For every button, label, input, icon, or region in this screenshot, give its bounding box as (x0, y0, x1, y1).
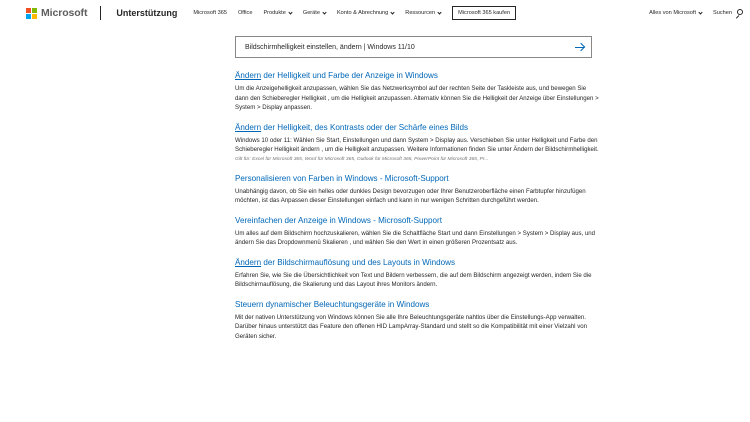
search-box[interactable]: Bildschirmhelligkeit einstellen, ändern … (235, 36, 592, 58)
main-nav: Microsoft 365 Office Produkte Geräte Konto &… (193, 9, 452, 16)
result-title-text: der Helligkeit, des Kontrasts oder der S… (261, 122, 469, 132)
result-title-text: Steuern dynamischer Beleuchtungsgeräte i… (235, 299, 430, 309)
result-item: Steuern dynamischer Beleuchtungsgeräte i… (235, 299, 600, 342)
result-title-link[interactable]: Ändern der Bildschirmauflösung und des L… (235, 257, 600, 269)
result-item: Personalisieren von Farben in Windows - … (235, 173, 600, 206)
result-title-text: Vereinfachen der Anzeige in Windows - Mi… (235, 215, 442, 225)
result-title-text: Personalisieren von Farben in Windows - … (235, 173, 449, 183)
result-title-highlight: Ändern (235, 71, 262, 80)
buy-microsoft-365-button[interactable]: Microsoft 365 kaufen (452, 6, 517, 20)
section-title-link[interactable]: Unterstützung (116, 8, 177, 18)
result-title-highlight: Ändern (235, 122, 262, 132)
chevron-down-icon (288, 9, 293, 15)
result-item: Ändern der Bildschirmauflösung und des L… (235, 257, 600, 290)
search-icon[interactable] (735, 8, 744, 19)
nav-item-label: Office (237, 10, 253, 16)
chevron-down-icon (698, 9, 703, 15)
search-input[interactable]: Bildschirmhelligkeit einstellen, ändern … (245, 44, 569, 51)
result-title-text: der Helligkeit und Farbe der Anzeige in … (261, 71, 438, 80)
nav-item-produkte[interactable]: Produkte (263, 9, 293, 16)
result-title-text: der Bildschirmauflösung und des Layouts … (261, 257, 456, 267)
result-title-link[interactable]: Vereinfachen der Anzeige in Windows - Mi… (235, 215, 600, 227)
result-item: Ändern der Helligkeit und Farbe der Anze… (235, 70, 600, 113)
brand-name: Microsoft (41, 7, 88, 19)
result-item: Ändern der Helligkeit, des Kontrasts ode… (235, 122, 600, 164)
result-title-link[interactable]: Steuern dynamischer Beleuchtungsgeräte i… (235, 299, 600, 311)
chevron-down-icon (437, 9, 442, 15)
result-description: Um alles auf dem Bildschirm hochzuskalie… (235, 229, 596, 247)
site-header: Microsoft Unterstützung Microsoft 365 Off… (0, 0, 750, 26)
all-microsoft-label: Alles von Microsoft (649, 10, 697, 16)
result-description: Windows 10 oder 11: Wählen Sie Start, Ei… (235, 136, 599, 154)
result-title-highlight: Ändern (235, 257, 262, 267)
search-results: Ändern der Helligkeit und Farbe der Anze… (235, 70, 600, 350)
nav-item-label: Konto & Abrechnung (336, 10, 389, 16)
chevron-down-icon (322, 9, 327, 15)
result-item: Vereinfachen der Anzeige in Windows - Mi… (235, 215, 600, 248)
all-microsoft-menu[interactable]: Alles von Microsoft (649, 9, 703, 16)
nav-item-office[interactable]: Office (238, 10, 253, 16)
nav-item-ressourcen[interactable]: Ressourcen (405, 9, 442, 16)
nav-item-geräte[interactable]: Geräte (302, 9, 327, 16)
result-description: Erfahren Sie, wie Sie die Übersichtlichk… (235, 271, 592, 289)
search-label[interactable]: Suchen (713, 10, 732, 16)
result-description: Um die Anzeigehelligkeit anzupassen, wäh… (235, 85, 599, 111)
microsoft-logo-link[interactable]: Microsoft (26, 7, 87, 19)
result-applies-to: Gilt für: Excel für Microsoft 365, Word … (235, 156, 489, 162)
nav-item-konto-abrechnung[interactable]: Konto & Abrechnung (336, 9, 395, 16)
search-submit-button[interactable] (569, 37, 591, 57)
result-title-link[interactable]: Ändern der Helligkeit und Farbe der Anze… (235, 70, 600, 82)
result-description: Unabhängig davon, ob Sie ein helles oder… (235, 187, 586, 205)
microsoft-logo-icon (26, 7, 37, 19)
result-description: Mit der nativen Unterstützung von Window… (235, 313, 588, 340)
nav-item-label: Microsoft 365 (193, 10, 227, 16)
arrow-right-icon (575, 42, 586, 52)
result-title-link[interactable]: Ändern der Helligkeit, des Kontrasts ode… (235, 122, 600, 134)
header-divider (100, 6, 102, 20)
nav-item-label: Geräte (302, 10, 320, 16)
result-title-link[interactable]: Personalisieren von Farben in Windows - … (235, 173, 600, 185)
chevron-down-icon (390, 9, 395, 15)
nav-item-microsoft-365[interactable]: Microsoft 365 (193, 10, 227, 16)
nav-item-label: Ressourcen (405, 10, 436, 16)
nav-item-label: Produkte (263, 10, 286, 16)
header-right: Alles von Microsoft Suchen (649, 0, 744, 26)
